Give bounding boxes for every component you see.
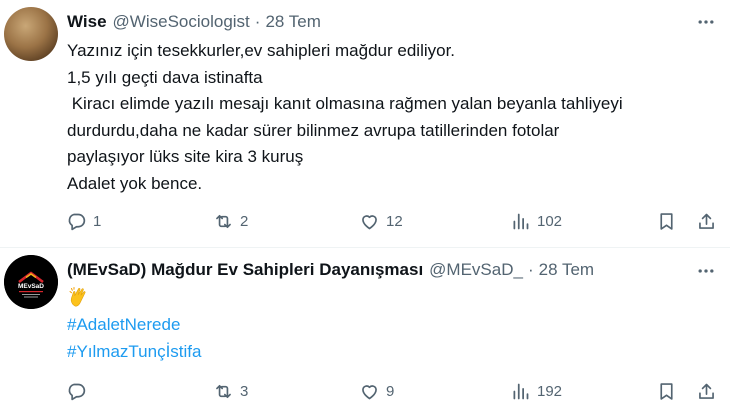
avatar[interactable] bbox=[4, 7, 58, 61]
hashtag-link[interactable]: #YılmazTunçİstifa bbox=[67, 339, 717, 366]
tweet-header: Wise @WiseSociologist · 28 Tem bbox=[67, 10, 321, 34]
like-button[interactable]: 12 bbox=[359, 206, 403, 236]
more-options-button[interactable] bbox=[696, 261, 716, 281]
avatar-logo-text: MEvSaD bbox=[18, 283, 44, 290]
mevsad-logo: MEvSaD bbox=[4, 255, 58, 309]
tweet-text-line: Kiracı elimde yazılı mesajı kanıt olması… bbox=[67, 94, 623, 113]
retweet-button[interactable]: 3 bbox=[213, 376, 248, 406]
like-icon bbox=[362, 384, 377, 399]
bookmark-button[interactable] bbox=[656, 206, 677, 236]
tweet-text-line: Adalet yok bence. bbox=[67, 173, 203, 193]
tweet-text-line: 1,5 yılı geçti dava istinafta bbox=[67, 67, 263, 87]
timestamp[interactable]: 28 Tem bbox=[539, 260, 594, 280]
bookmark-icon bbox=[660, 212, 673, 230]
tweet-text-line: paylaşıyor lüks site kira 3 kuruş bbox=[67, 147, 304, 166]
views-count: 102 bbox=[537, 212, 563, 230]
reply-count: 1 bbox=[93, 212, 102, 230]
tweet-text: #AdaletNerede #YılmazTunçİstifa bbox=[67, 285, 717, 365]
like-count: 12 bbox=[386, 212, 403, 230]
user-handle[interactable]: @WiseSociologist bbox=[113, 12, 250, 32]
clapping-hands-emoji bbox=[67, 285, 717, 312]
views-count: 192 bbox=[537, 382, 563, 400]
retweet-icon bbox=[216, 214, 231, 228]
separator-dot: · bbox=[527, 260, 534, 279]
user-handle[interactable]: @MEvSaD_ bbox=[429, 260, 523, 280]
display-name[interactable]: (MEvSaD) Mağdur Ev Sahipleri Dayanışması bbox=[67, 260, 423, 280]
share-icon bbox=[699, 383, 714, 399]
like-icon bbox=[362, 214, 377, 229]
like-count: 9 bbox=[386, 382, 395, 400]
tweet-actions: 3 9 192 bbox=[60, 376, 720, 406]
retweet-icon bbox=[216, 384, 231, 398]
more-icon bbox=[698, 20, 714, 24]
tweet-actions: 1 2 12 102 bbox=[60, 206, 720, 236]
display-name[interactable]: Wise bbox=[67, 12, 107, 32]
bookmark-icon bbox=[660, 382, 673, 400]
views-icon bbox=[513, 213, 529, 229]
tweet-header: (MEvSaD) Mağdur Ev Sahipleri Dayanışması… bbox=[67, 258, 594, 282]
more-options-button[interactable] bbox=[696, 12, 716, 32]
tweet-text-line: durdurdu,daha ne kadar sürer bilinmez av… bbox=[67, 120, 560, 140]
views-button[interactable]: 102 bbox=[510, 206, 562, 236]
retweet-count: 3 bbox=[240, 382, 249, 400]
reply-icon bbox=[68, 383, 86, 400]
share-button[interactable] bbox=[696, 376, 717, 406]
share-icon bbox=[699, 213, 714, 229]
more-icon bbox=[698, 269, 714, 273]
timestamp[interactable]: 28 Tem bbox=[265, 12, 320, 32]
reply-button[interactable]: 1 bbox=[66, 206, 101, 236]
views-icon bbox=[513, 383, 529, 399]
tweet[interactable]: Wise @WiseSociologist · 28 Tem Yazınız i… bbox=[0, 0, 730, 248]
tweet-text-line: Yazınız için tesekkurler,ev sahipleri ma… bbox=[67, 41, 456, 60]
reply-icon bbox=[68, 213, 86, 230]
tweet[interactable]: MEvSaD (MEvSaD) Mağdur Ev Sahipleri Daya… bbox=[0, 249, 730, 420]
hashtag-link[interactable]: #AdaletNerede bbox=[67, 312, 717, 339]
avatar[interactable]: MEvSaD bbox=[4, 255, 58, 309]
bookmark-button[interactable] bbox=[656, 376, 677, 406]
separator-dot: · bbox=[254, 12, 261, 31]
reply-button[interactable] bbox=[66, 376, 93, 406]
like-button[interactable]: 9 bbox=[359, 376, 394, 406]
tweet-text: Yazınız için tesekkurler,ev sahipleri ma… bbox=[67, 38, 717, 197]
views-button[interactable]: 192 bbox=[510, 376, 562, 406]
retweet-count: 2 bbox=[240, 212, 249, 230]
retweet-button[interactable]: 2 bbox=[213, 206, 248, 236]
share-button[interactable] bbox=[696, 206, 717, 236]
